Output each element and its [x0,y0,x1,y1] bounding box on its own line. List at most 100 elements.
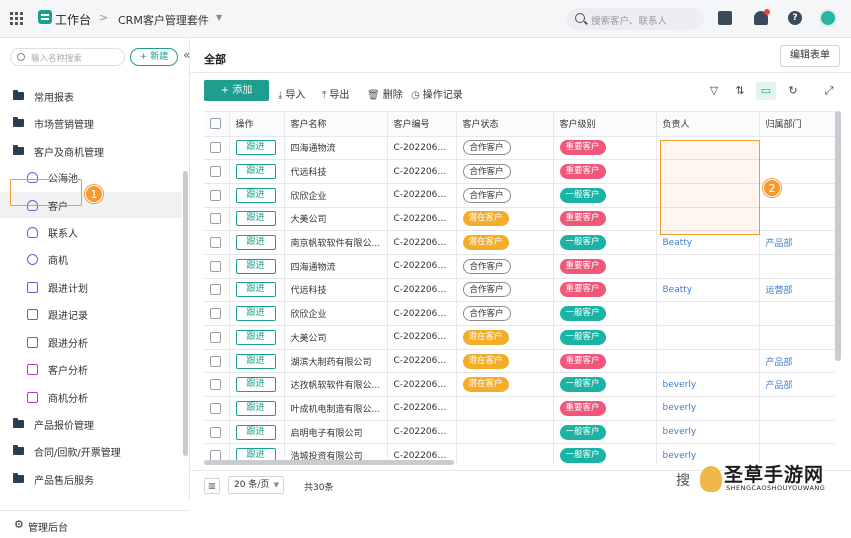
avatar[interactable] [819,9,837,27]
customer-name-cell[interactable]: 四海通物流 [284,254,388,279]
follow-up-button[interactable]: 跟进 [235,400,276,416]
sidebar-scrollbar[interactable] [183,171,188,456]
owner-cell[interactable]: beverly [656,372,760,398]
row-select-cell[interactable] [204,230,230,255]
add-button[interactable]: + 添加 [204,80,269,101]
row-checkbox[interactable] [210,189,221,201]
department-cell[interactable] [759,301,835,326]
column-header[interactable]: 客户编号 [387,112,457,137]
table-row[interactable]: 跟进 叶成机电制造有限公... C-20220602... 重要客户 beverly [204,396,835,421]
customer-name-cell[interactable]: 代远科技 [284,278,388,303]
row-checkbox[interactable] [210,402,221,414]
follow-up-button[interactable]: 跟进 [235,187,276,203]
department-cell[interactable] [759,325,835,350]
sidebar-item[interactable]: 常用报表 [0,83,182,109]
sidebar-item[interactable]: 跟进记录 [0,301,182,327]
table-row[interactable]: 跟进 湖滨大制药有限公司 C-20220607... 潜在客户 重要客户 产品部 [204,349,835,374]
department-cell[interactable] [759,420,835,445]
department-cell[interactable] [759,396,835,421]
fullscreen-icon[interactable]: ⤢ [822,84,836,98]
customer-name-cell[interactable]: 四海通物流 [284,136,388,161]
follow-up-button[interactable]: 跟进 [235,235,276,251]
column-header[interactable]: 负责人 [656,112,760,137]
row-select-cell[interactable] [204,207,230,232]
sidebar-item[interactable]: 跟进分析 [0,329,182,355]
owner-cell[interactable]: Beatty [656,278,760,303]
sidebar-item[interactable]: 商机 [0,246,182,272]
column-header[interactable]: 客户状态 [456,112,554,137]
customer-name-cell[interactable]: 大美公司 [284,325,388,350]
column-header[interactable]: 归属部门 [759,112,835,137]
row-checkbox[interactable] [210,142,221,154]
owner-cell[interactable] [656,301,760,326]
delete-button[interactable]: 🗑 删除 [367,86,403,101]
sidebar-item[interactable]: 商机分析 [0,384,182,410]
follow-up-button[interactable]: 跟进 [235,282,276,298]
follow-up-button[interactable]: 跟进 [235,140,276,156]
select-all-checkbox[interactable] [210,118,221,130]
row-select-cell[interactable] [204,183,230,208]
customer-name-cell[interactable]: 代远科技 [284,159,388,184]
sidebar-item[interactable]: 跟进计划 [0,274,182,300]
table-row[interactable]: 跟进 达孜帆软软件有限公... C-20220607... 潜在客户 一般客户 bever… [204,372,835,398]
customer-name-cell[interactable]: 达孜帆软软件有限公... [284,372,388,398]
sidebar-item[interactable]: 客户及商机管理 [0,138,182,164]
admin-console-link[interactable]: ⚙ 管理后台 [0,510,190,538]
follow-up-button[interactable]: 跟进 [235,377,276,393]
sidebar-search-input[interactable]: 输入名称搜索 [10,48,125,66]
owner-cell[interactable]: beverly [656,420,760,445]
global-search[interactable]: 搜索客户、联系人 [567,8,704,30]
customer-name-cell[interactable]: 湖滨大制药有限公司 [284,349,388,374]
follow-up-button[interactable]: 跟进 [235,353,276,369]
sidebar-item[interactable]: 产品售后服务 [0,466,182,492]
customer-name-cell[interactable]: 启明电子有限公司 [284,420,388,445]
page-size-select[interactable]: 20 条/页 ▼ [228,476,284,494]
row-select-cell[interactable] [204,372,230,398]
follow-up-button[interactable]: 跟进 [235,424,276,440]
row-checkbox[interactable] [210,237,221,249]
department-cell[interactable] [759,136,835,161]
help-icon[interactable]: ? [788,11,802,25]
app-name[interactable]: CRM客户管理套件 [118,12,209,28]
row-select-cell[interactable] [204,159,230,184]
owner-cell[interactable] [656,254,760,279]
row-checkbox[interactable] [210,308,221,320]
table-horizontal-scrollbar[interactable] [204,460,454,465]
card-view-icon[interactable]: ▭ [756,82,776,100]
table-row[interactable]: 跟进 大美公司 C-20220608... 潜在客户 一般客户 [204,325,835,350]
column-header[interactable]: 客户级别 [553,112,657,137]
table-vertical-scrollbar[interactable] [835,111,841,361]
department-cell[interactable]: 产品部 [759,230,835,255]
row-checkbox[interactable] [210,426,221,438]
sidebar-item[interactable]: 联系人 [0,219,182,245]
sidebar-item[interactable]: 市场营销管理 [0,110,182,136]
table-row[interactable]: 跟进 代远科技 C-20220608... 合作客户 重要客户 Beatty 运营部 [204,278,835,303]
table-row[interactable]: 跟进 欣欣企业 C-20220608... 合作客户 一般客户 [204,301,835,326]
edit-form-button[interactable]: 编辑表单 [780,45,840,67]
row-checkbox[interactable] [210,166,221,178]
customer-name-cell[interactable]: 大美公司 [284,207,388,232]
bell-icon[interactable] [754,9,770,25]
row-select-cell[interactable] [204,420,230,445]
table-row[interactable]: 跟进 四海通物流 C-20220608... 合作客户 重要客户 [204,254,835,279]
department-cell[interactable] [759,254,835,279]
import-button[interactable]: ⤓ 导入 [278,86,305,101]
workspace-link[interactable]: 工作台 [55,11,91,28]
department-cell[interactable] [759,207,835,232]
sidebar-item[interactable]: 合同/回款/开票管理 [0,438,182,464]
column-header[interactable]: 客户名称 [284,112,388,137]
row-select-cell[interactable] [204,301,230,326]
follow-up-button[interactable]: 跟进 [235,258,276,274]
owner-cell[interactable] [656,325,760,350]
table-layout-icon[interactable]: ▥ [204,478,220,494]
row-select-cell[interactable] [204,325,230,350]
sort-icon[interactable]: ⇅ [733,84,747,98]
row-checkbox[interactable] [210,284,221,296]
sidebar-item[interactable]: 产品报价管理 [0,411,182,437]
row-select-cell[interactable] [204,349,230,374]
app-grid-icon[interactable] [10,12,23,25]
department-cell[interactable]: 运营部 [759,278,835,303]
row-select-cell[interactable] [204,254,230,279]
department-cell[interactable]: 产品部 [759,372,835,398]
chevron-down-icon[interactable]: ▼ [216,13,222,22]
